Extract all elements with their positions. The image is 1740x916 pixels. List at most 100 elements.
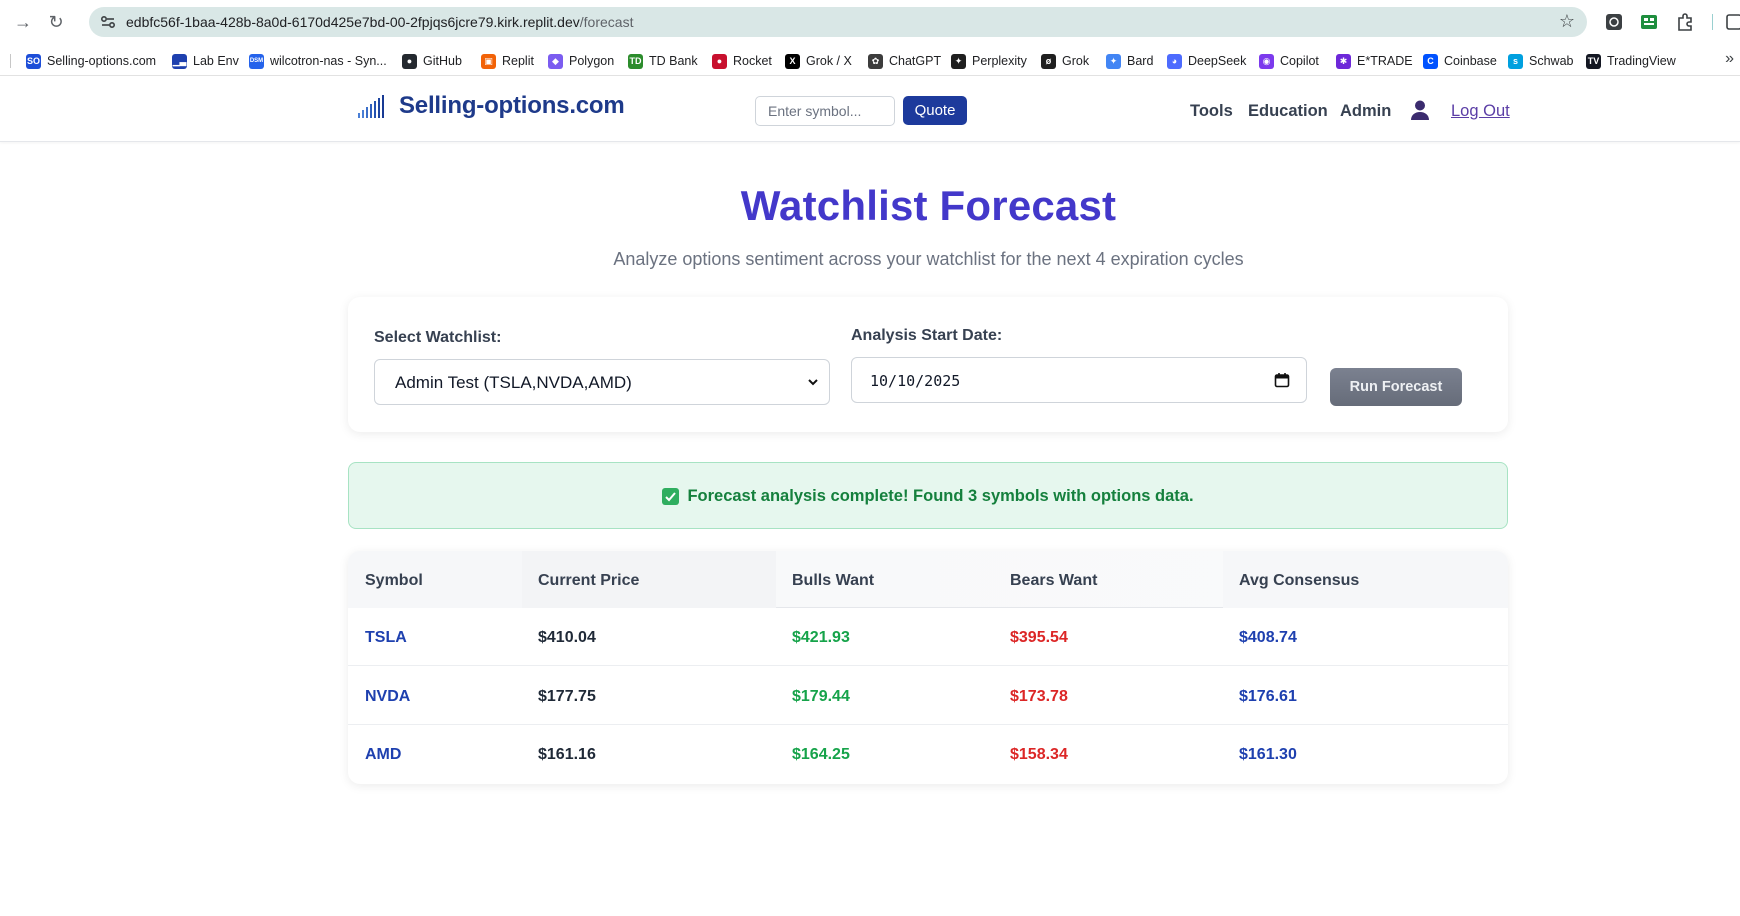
bookmark-label: Grok xyxy=(1062,54,1090,68)
bookmark-label: Replit xyxy=(502,54,534,68)
symbol-search-input[interactable] xyxy=(755,96,895,126)
x-icon: X xyxy=(785,53,800,69)
bookmark-item[interactable]: ▣ Replit xyxy=(481,52,534,70)
page-subtitle: Analyze options sentiment across your wa… xyxy=(613,249,1244,269)
side-panel-icon[interactable] xyxy=(1724,12,1740,32)
bookmark-label: ChatGPT xyxy=(889,54,942,68)
bulls-want-cell: $179.44 xyxy=(792,688,850,705)
bulls-want-cell: $421.93 xyxy=(792,629,850,646)
bookmark-label: E*TRADE xyxy=(1357,54,1413,68)
toolbar-divider xyxy=(1712,14,1713,30)
col-bears-want[interactable]: Bears Want xyxy=(1010,572,1097,590)
extension-green-icon[interactable] xyxy=(1639,12,1659,32)
bookmark-label: wilcotron-nas - Syn... xyxy=(270,54,387,68)
chevron-down-icon xyxy=(808,379,818,386)
extensions-puzzle-icon[interactable] xyxy=(1675,12,1695,32)
polygon-icon: ◆ xyxy=(548,53,563,69)
table-row: AMD $161.16 $164.25 $158.34 $161.30 xyxy=(348,725,1508,783)
bookmark-item[interactable]: ▁▃ Lab Env xyxy=(172,52,239,70)
site-settings-icon[interactable] xyxy=(99,13,117,31)
replit-icon: ▣ xyxy=(481,53,496,69)
current-price-cell: $177.75 xyxy=(538,688,596,705)
bookmark-item[interactable]: ● Rocket xyxy=(712,52,772,70)
symbol-cell[interactable]: NVDA xyxy=(365,688,410,706)
run-forecast-button[interactable]: Run Forecast xyxy=(1330,368,1462,406)
bookmark-item[interactable]: C Coinbase xyxy=(1423,52,1497,70)
brand-logo-link[interactable]: Selling-options.com xyxy=(357,92,625,120)
bookmark-label: Coinbase xyxy=(1444,54,1497,68)
col-current-price[interactable]: Current Price xyxy=(538,572,639,590)
bookmark-item[interactable]: ◕ DeepSeek xyxy=(1167,52,1246,70)
bookmark-label: GitHub xyxy=(423,54,462,68)
nav-admin[interactable]: Admin xyxy=(1340,102,1391,121)
more-bookmarks-icon[interactable]: » xyxy=(1725,50,1734,68)
bears-want-cell: $173.78 xyxy=(1010,688,1068,705)
symbol-cell[interactable]: AMD xyxy=(365,746,401,764)
current-price-cell: $161.16 xyxy=(538,746,596,763)
url-text[interactable]: edbfc56f-1baa-428b-8a0d-6170d425e7bd-00-… xyxy=(126,14,633,30)
calendar-icon[interactable] xyxy=(1274,372,1290,388)
bookmark-item[interactable]: TD TD Bank xyxy=(628,52,698,70)
bookmark-item[interactable]: ✿ ChatGPT xyxy=(868,52,941,70)
col-avg-consensus[interactable]: Avg Consensus xyxy=(1239,572,1359,590)
nav-tools[interactable]: Tools xyxy=(1190,102,1233,121)
bookmarks-divider xyxy=(10,54,11,68)
bookmark-item[interactable]: s Schwab xyxy=(1508,52,1573,70)
bookmarks-bar: SO Selling-options.com ▁▃ Lab Env DSM wilcotr… xyxy=(0,44,1740,76)
bears-want-cell: $395.54 xyxy=(1010,629,1068,646)
bookmark-item[interactable]: X Grok / X xyxy=(785,52,852,70)
bookmark-label: Rocket xyxy=(733,54,772,68)
success-alert: Forecast analysis complete! Found 3 symb… xyxy=(348,462,1508,529)
rocket-icon: ● xyxy=(712,53,727,69)
forecast-controls-card: Select Watchlist: Admin Test (TSLA,NVDA,… xyxy=(348,297,1508,432)
col-bulls-want[interactable]: Bulls Want xyxy=(792,572,874,590)
current-price-cell: $410.04 xyxy=(538,629,596,646)
bookmark-item[interactable]: ✦ Perplexity xyxy=(951,52,1027,70)
browser-toolbar: → ↻ edbfc56f-1baa-428b-8a0d-6170d425e7bd… xyxy=(0,0,1740,44)
avg-consensus-cell: $176.61 xyxy=(1239,688,1297,705)
page-title: Watchlist Forecast xyxy=(740,182,1117,229)
table-row: NVDA $177.75 $179.44 $173.78 $176.61 xyxy=(348,667,1508,725)
forecast-results-table: Symbol Current Price Bulls Want Bears Wa… xyxy=(348,551,1508,784)
start-date-value: 10/10/2025 xyxy=(870,372,961,390)
symbol-cell[interactable]: TSLA xyxy=(365,629,407,647)
tradingview-icon: TV xyxy=(1586,53,1601,69)
extension-openai-icon[interactable] xyxy=(1604,12,1624,32)
chatgpt-icon: ✿ xyxy=(868,53,883,69)
start-date-label: Analysis Start Date: xyxy=(851,327,1003,344)
bookmark-item[interactable]: ● GitHub xyxy=(402,52,462,70)
bookmark-item[interactable]: DSM wilcotron-nas - Syn... xyxy=(249,52,387,70)
user-avatar-icon[interactable] xyxy=(1410,99,1430,121)
col-symbol[interactable]: Symbol xyxy=(365,572,423,590)
logout-link[interactable]: Log Out xyxy=(1451,102,1510,121)
quote-button[interactable]: Quote xyxy=(903,96,967,125)
deepseek-icon: ◕ xyxy=(1167,53,1182,69)
bulls-want-cell: $164.25 xyxy=(792,746,850,763)
address-bar[interactable]: edbfc56f-1baa-428b-8a0d-6170d425e7bd-00-… xyxy=(89,7,1587,37)
bookmark-item[interactable]: ◉ Copilot xyxy=(1259,52,1319,70)
bookmark-item[interactable]: ✱ E*TRADE xyxy=(1336,52,1413,70)
bookmark-star-icon[interactable]: ☆ xyxy=(1559,11,1575,32)
brand-title[interactable]: Selling-options.com xyxy=(399,92,625,120)
forward-arrow-icon[interactable]: → xyxy=(12,11,34,33)
bears-want-cell: $158.34 xyxy=(1010,746,1068,763)
bookmark-label: Grok / X xyxy=(806,54,852,68)
reload-icon[interactable]: ↻ xyxy=(45,11,67,33)
nav-education[interactable]: Education xyxy=(1248,102,1328,121)
table-row: TSLA $410.04 $421.93 $395.54 $408.74 xyxy=(348,608,1508,666)
bookmark-label: TradingView xyxy=(1607,54,1676,68)
bookmark-item[interactable]: ◆ Polygon xyxy=(548,52,614,70)
bard-icon: ✦ xyxy=(1106,53,1121,69)
bookmark-label: DeepSeek xyxy=(1188,54,1247,68)
start-date-input[interactable]: 10/10/2025 xyxy=(851,357,1307,403)
bookmark-label: Bard xyxy=(1127,54,1154,68)
bookmark-item[interactable]: ø Grok xyxy=(1041,52,1089,70)
avg-consensus-cell: $408.74 xyxy=(1239,629,1297,646)
so-favicon: SO xyxy=(26,53,41,69)
bookmark-item[interactable]: ✦ Bard xyxy=(1106,52,1153,70)
watchlist-selected-value: Admin Test (TSLA,NVDA,AMD) xyxy=(395,373,632,392)
site-header: Selling-options.com Quote Tools Educatio… xyxy=(0,76,1740,142)
watchlist-select[interactable]: Admin Test (TSLA,NVDA,AMD) xyxy=(374,359,830,405)
bookmark-item[interactable]: SO Selling-options.com xyxy=(26,52,156,70)
bookmark-item[interactable]: TV TradingView xyxy=(1586,52,1676,70)
